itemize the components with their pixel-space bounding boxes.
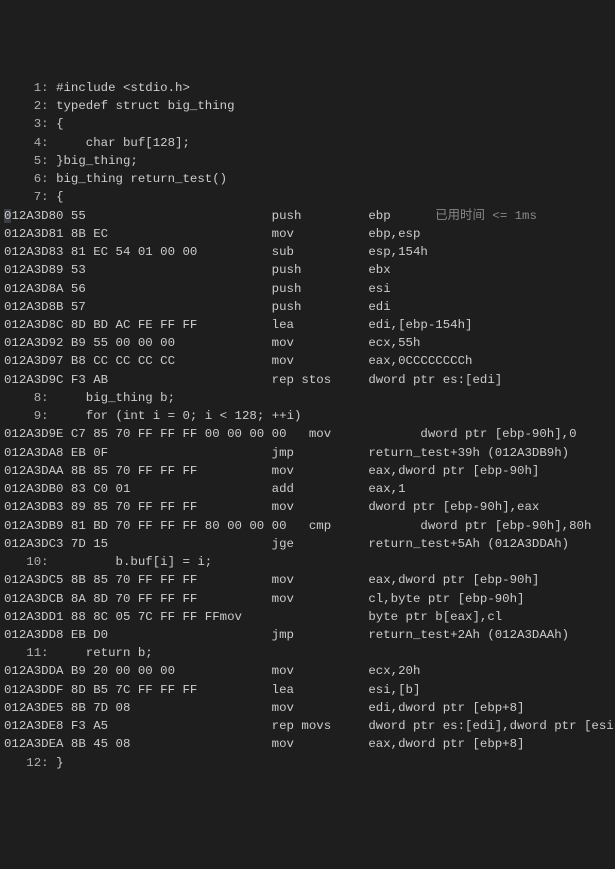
asm-line: 012A3DAA 8B 85 70 FF FF FF mov eax,dword…: [4, 462, 611, 480]
asm-text: 012A3DC5 8B 85 70 FF FF FF mov eax,dword…: [4, 573, 539, 587]
source-text: for (int i = 0; i < 128; ++i): [56, 409, 301, 423]
asm-line: 012A3DE5 8B 7D 08 mov edi,dword ptr [ebp…: [4, 699, 611, 717]
source-text: }big_thing;: [56, 154, 138, 168]
source-line: 1: #include <stdio.h>: [4, 79, 611, 97]
asm-text: 012A3D8C 8D BD AC FE FF FF lea edi,[ebp-…: [4, 318, 472, 332]
asm-line: 012A3D92 B9 55 00 00 00 mov ecx,55h: [4, 334, 611, 352]
asm-line: 012A3D97 B8 CC CC CC CC mov eax,0CCCCCCC…: [4, 352, 611, 370]
asm-text: 012A3D9C F3 AB rep stos dword ptr es:[ed…: [4, 373, 502, 387]
source-line: 10: b.buf[i] = i;: [4, 553, 611, 571]
line-number: 12:: [4, 756, 56, 770]
source-line: 4: char buf[128];: [4, 134, 611, 152]
source-text: big_thing return_test(): [56, 172, 227, 186]
asm-text: 012A3D8B 57 push edi: [4, 300, 391, 314]
asm-text: 012A3DB0 83 C0 01 add eax,1: [4, 482, 406, 496]
asm-text: 012A3DA8 EB 0F jmp return_test+39h (012A…: [4, 446, 569, 460]
asm-text: 012A3D8A 56 push esi: [4, 282, 391, 296]
asm-line: 012A3D9E C7 85 70 FF FF FF 00 00 00 00 m…: [4, 425, 611, 443]
asm-line: 012A3DD8 EB D0 jmp return_test+2Ah (012A…: [4, 626, 611, 644]
asm-text: 012A3DD8 EB D0 jmp return_test+2Ah (012A…: [4, 628, 569, 642]
line-number: 2:: [4, 99, 56, 113]
line-number: 6:: [4, 172, 56, 186]
asm-text: 012A3D89 53 push ebx: [4, 263, 391, 277]
asm-text: 012A3D9E C7 85 70 FF FF FF 00 00 00 00 m…: [4, 427, 577, 441]
source-line: 9: for (int i = 0; i < 128; ++i): [4, 407, 611, 425]
asm-line: 012A3DD1 88 8C 05 7C FF FF FFmov byte pt…: [4, 608, 611, 626]
source-text: {: [56, 190, 63, 204]
asm-line: 012A3D8C 8D BD AC FE FF FF lea edi,[ebp-…: [4, 316, 611, 334]
asm-line: 012A3D80 55 push ebp 已用时间 <= 1ms: [4, 207, 611, 225]
asm-text: 12A3D80 55 push ebp: [11, 209, 390, 223]
elapsed-time-hint: 已用时间 <= 1ms: [391, 209, 537, 223]
disassembly-view: 1: #include <stdio.h> 2: typedef struct …: [4, 79, 611, 772]
asm-line: 012A3DC3 7D 15 jge return_test+5Ah (012A…: [4, 535, 611, 553]
source-text: b.buf[i] = i;: [56, 555, 212, 569]
source-text: {: [56, 117, 63, 131]
line-number: 9:: [4, 409, 56, 423]
asm-line: 012A3DA8 EB 0F jmp return_test+39h (012A…: [4, 444, 611, 462]
source-text: #include <stdio.h>: [56, 81, 190, 95]
line-number: 5:: [4, 154, 56, 168]
line-number: 10:: [4, 555, 56, 569]
source-line: 7: {: [4, 188, 611, 206]
asm-text: 012A3D83 81 EC 54 01 00 00 sub esp,154h: [4, 245, 428, 259]
asm-text: 012A3DAA 8B 85 70 FF FF FF mov eax,dword…: [4, 464, 539, 478]
asm-text: 012A3D97 B8 CC CC CC CC mov eax,0CCCCCCC…: [4, 354, 472, 368]
source-line: 12: }: [4, 754, 611, 772]
line-number: 8:: [4, 391, 56, 405]
asm-text: 012A3DC3 7D 15 jge return_test+5Ah (012A…: [4, 537, 569, 551]
source-line: 8: big_thing b;: [4, 389, 611, 407]
asm-text: 012A3DB3 89 85 70 FF FF FF mov dword ptr…: [4, 500, 539, 514]
asm-line: 012A3D8B 57 push edi: [4, 298, 611, 316]
asm-text: 012A3DDA B9 20 00 00 00 mov ecx,20h: [4, 664, 420, 678]
line-number: 7:: [4, 190, 56, 204]
asm-line: 012A3DB0 83 C0 01 add eax,1: [4, 480, 611, 498]
asm-line: 012A3D81 8B EC mov ebp,esp: [4, 225, 611, 243]
asm-line: 012A3D83 81 EC 54 01 00 00 sub esp,154h: [4, 243, 611, 261]
asm-text: 012A3DB9 81 BD 70 FF FF FF 80 00 00 00 c…: [4, 519, 591, 533]
source-line: 3: {: [4, 115, 611, 133]
asm-line: 012A3DEA 8B 45 08 mov eax,dword ptr [ebp…: [4, 735, 611, 753]
asm-text: 012A3DD1 88 8C 05 7C FF FF FFmov byte pt…: [4, 610, 502, 624]
asm-text: 012A3D81 8B EC mov ebp,esp: [4, 227, 420, 241]
source-text: }: [56, 756, 63, 770]
asm-line: 012A3DE8 F3 A5 rep movs dword ptr es:[ed…: [4, 717, 611, 735]
asm-line: 012A3DB3 89 85 70 FF FF FF mov dword ptr…: [4, 498, 611, 516]
asm-text: 012A3DEA 8B 45 08 mov eax,dword ptr [ebp…: [4, 737, 525, 751]
source-text: typedef struct big_thing: [56, 99, 234, 113]
source-text: return b;: [56, 646, 153, 660]
source-line: 5: }big_thing;: [4, 152, 611, 170]
asm-text: 012A3DCB 8A 8D 70 FF FF FF mov cl,byte p…: [4, 592, 525, 606]
asm-line: 012A3DCB 8A 8D 70 FF FF FF mov cl,byte p…: [4, 590, 611, 608]
asm-line: 012A3DDF 8D B5 7C FF FF FF lea esi,[b]: [4, 681, 611, 699]
asm-line: 012A3D9C F3 AB rep stos dword ptr es:[ed…: [4, 371, 611, 389]
line-number: 1:: [4, 81, 56, 95]
asm-line: 012A3D8A 56 push esi: [4, 280, 611, 298]
source-text: char buf[128];: [56, 136, 190, 150]
asm-line: 012A3DDA B9 20 00 00 00 mov ecx,20h: [4, 662, 611, 680]
asm-line: 012A3DB9 81 BD 70 FF FF FF 80 00 00 00 c…: [4, 517, 611, 535]
asm-text: 012A3DE5 8B 7D 08 mov edi,dword ptr [ebp…: [4, 701, 525, 715]
source-text: big_thing b;: [56, 391, 175, 405]
line-number: 3:: [4, 117, 56, 131]
source-line: 6: big_thing return_test(): [4, 170, 611, 188]
line-number: 4:: [4, 136, 56, 150]
asm-line: 012A3D89 53 push ebx: [4, 261, 611, 279]
asm-text: 012A3DDF 8D B5 7C FF FF FF lea esi,[b]: [4, 683, 420, 697]
asm-text: 012A3DE8 F3 A5 rep movs dword ptr es:[ed…: [4, 719, 615, 733]
asm-line: 012A3DC5 8B 85 70 FF FF FF mov eax,dword…: [4, 571, 611, 589]
source-line: 2: typedef struct big_thing: [4, 97, 611, 115]
asm-text: 012A3D92 B9 55 00 00 00 mov ecx,55h: [4, 336, 420, 350]
source-line: 11: return b;: [4, 644, 611, 662]
line-number: 11:: [4, 646, 56, 660]
